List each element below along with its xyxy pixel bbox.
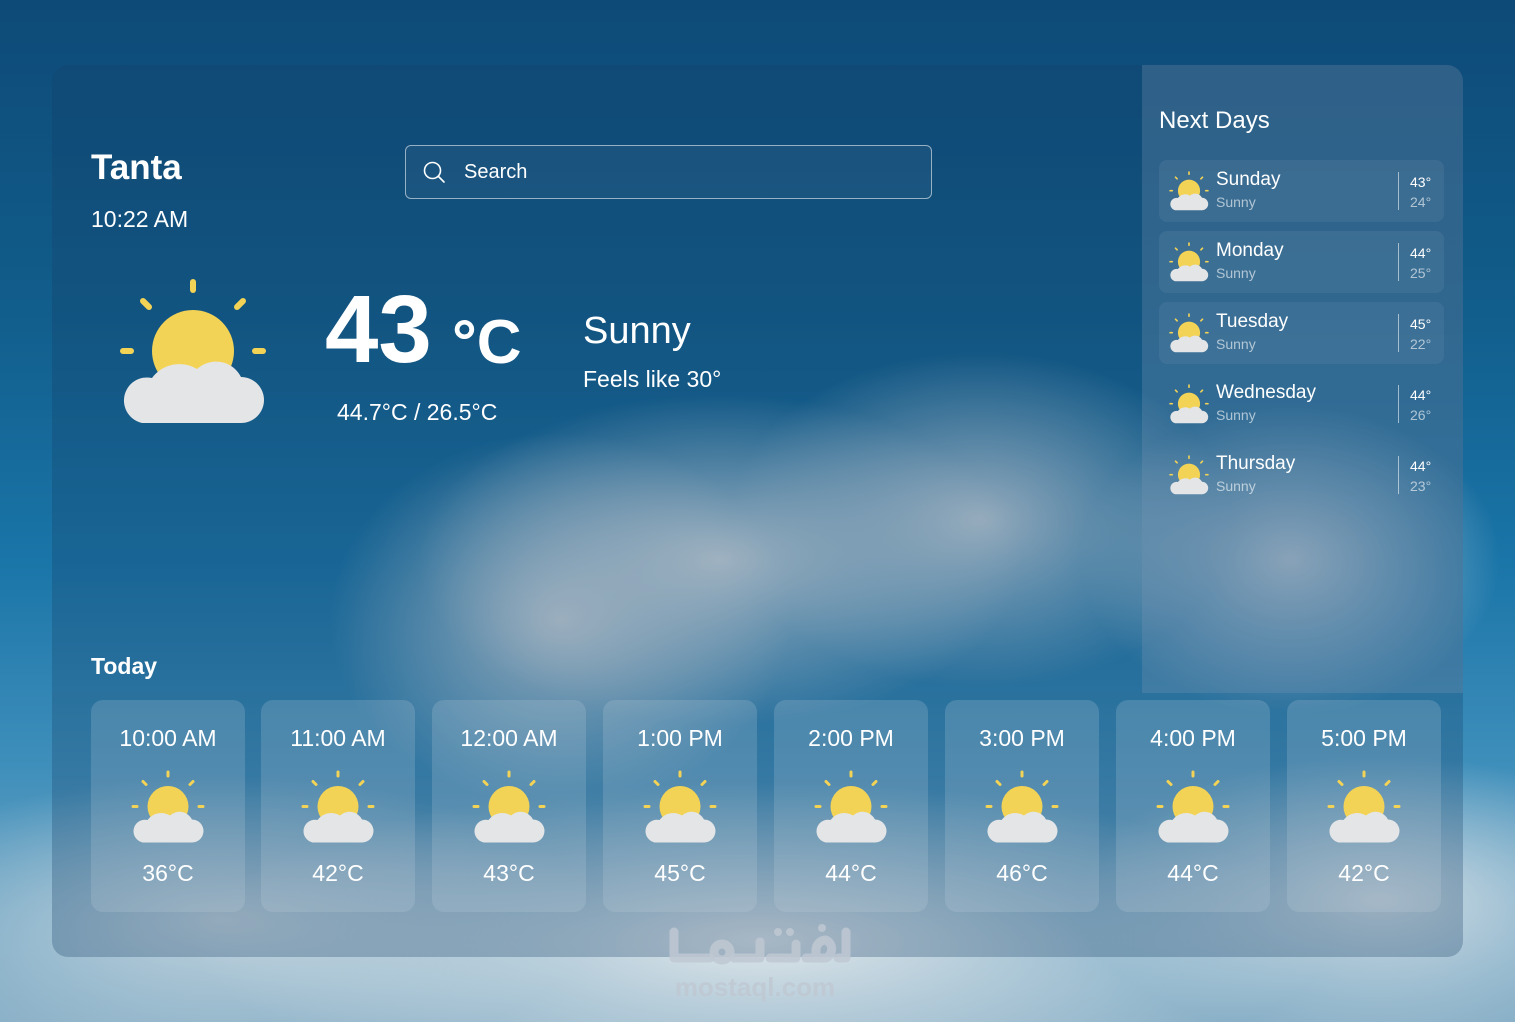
hour-temperature: 45°C [654, 860, 706, 886]
local-time: 10:22 AM [91, 206, 189, 232]
day-condition: Sunny [1216, 194, 1256, 210]
hour-temperature: 46°C [996, 860, 1048, 886]
partly-sunny-icon [1168, 455, 1210, 495]
search-input[interactable] [464, 146, 904, 198]
day-name: Sunday [1216, 169, 1281, 190]
partly-sunny-icon [1168, 171, 1210, 211]
partly-sunny-icon [470, 770, 548, 844]
hour-time: 3:00 PM [979, 725, 1065, 751]
hour-card[interactable]: 3:00 PM 46°C [945, 700, 1099, 912]
hour-time: 5:00 PM [1321, 725, 1407, 751]
partly-sunny-icon [299, 770, 377, 844]
city-name: Tanta [91, 148, 182, 187]
mostaql-logo [669, 924, 851, 965]
temperature-unit: °C [452, 308, 522, 377]
partly-sunny-icon [641, 770, 719, 844]
day-low-temp: 25° [1410, 265, 1432, 281]
hour-time: 4:00 PM [1150, 725, 1236, 751]
day-high-temp: 44° [1410, 387, 1432, 403]
current-condition: Sunny [583, 310, 691, 352]
day-condition: Sunny [1216, 265, 1256, 281]
day-high-temp: 45° [1410, 316, 1432, 332]
hour-card[interactable]: 4:00 PM 44°C [1116, 700, 1270, 912]
day-item-wednesday[interactable]: Wednesday Sunny 44° 26° [1159, 373, 1444, 435]
day-high-temp: 44° [1410, 245, 1432, 261]
today-title: Today [91, 653, 158, 679]
day-item-thursday[interactable]: Thursday Sunny 44° 23° [1159, 444, 1444, 506]
current-temperature: 43 [325, 276, 432, 383]
hour-temperature: 36°C [142, 860, 194, 886]
watermark-site: mostaql.com [674, 972, 836, 1002]
divider [1398, 385, 1399, 423]
partly-sunny-icon [1154, 770, 1232, 844]
day-high-temp: 44° [1410, 458, 1432, 474]
min-max-temperature: 44.7°C / 26.5°C [337, 399, 498, 425]
hour-temperature: 44°C [825, 860, 877, 886]
day-condition: Sunny [1216, 478, 1256, 494]
hour-temperature: 42°C [1338, 860, 1390, 886]
hour-time: 2:00 PM [808, 725, 894, 751]
hour-time: 1:00 PM [637, 725, 723, 751]
partly-sunny-icon [118, 278, 268, 426]
partly-sunny-icon [983, 770, 1061, 844]
hour-time: 12:00 AM [460, 725, 558, 751]
divider [1398, 456, 1399, 494]
hour-card[interactable]: 5:00 PM 42°C [1287, 700, 1441, 912]
hour-card[interactable]: 11:00 AM 42°C [261, 700, 415, 912]
partly-sunny-icon [129, 770, 207, 844]
day-condition: Sunny [1216, 336, 1256, 352]
partly-sunny-icon [1168, 384, 1210, 424]
partly-sunny-icon [1168, 313, 1210, 353]
hour-card[interactable]: 12:00 AM 43°C [432, 700, 586, 912]
partly-sunny-icon [812, 770, 890, 844]
day-item-tuesday[interactable]: Tuesday Sunny 45° 22° [1159, 302, 1444, 364]
search-icon[interactable] [422, 160, 446, 184]
day-low-temp: 26° [1410, 407, 1432, 423]
day-item-monday[interactable]: Monday Sunny 44° 25° [1159, 231, 1444, 293]
feels-like: Feels like 30° [583, 366, 722, 392]
hour-time: 10:00 AM [119, 725, 217, 751]
day-low-temp: 24° [1410, 194, 1432, 210]
hour-card[interactable]: 10:00 AM 36°C [91, 700, 245, 912]
day-name: Thursday [1216, 453, 1296, 474]
hour-temperature: 44°C [1167, 860, 1219, 886]
hour-temperature: 43°C [483, 860, 535, 886]
day-name: Monday [1216, 240, 1284, 261]
day-high-temp: 43° [1410, 174, 1432, 190]
partly-sunny-icon [1168, 242, 1210, 282]
hour-card[interactable]: 1:00 PM 45°C [603, 700, 757, 912]
divider [1398, 314, 1399, 352]
partly-sunny-icon [1325, 770, 1403, 844]
day-name: Wednesday [1216, 382, 1316, 403]
hour-temperature: 42°C [312, 860, 364, 886]
day-low-temp: 22° [1410, 336, 1432, 352]
divider [1398, 243, 1399, 281]
mostaql-watermark: mostaql.com [650, 918, 860, 1008]
next-days-title: Next Days [1159, 107, 1270, 134]
divider [1398, 172, 1399, 210]
day-item-sunday[interactable]: Sunday Sunny 43° 24° [1159, 160, 1444, 222]
day-name: Tuesday [1216, 311, 1289, 332]
day-condition: Sunny [1216, 407, 1256, 423]
hour-card[interactable]: 2:00 PM 44°C [774, 700, 928, 912]
search-bar[interactable] [405, 145, 932, 199]
day-low-temp: 23° [1410, 478, 1432, 494]
hour-time: 11:00 AM [290, 725, 386, 751]
